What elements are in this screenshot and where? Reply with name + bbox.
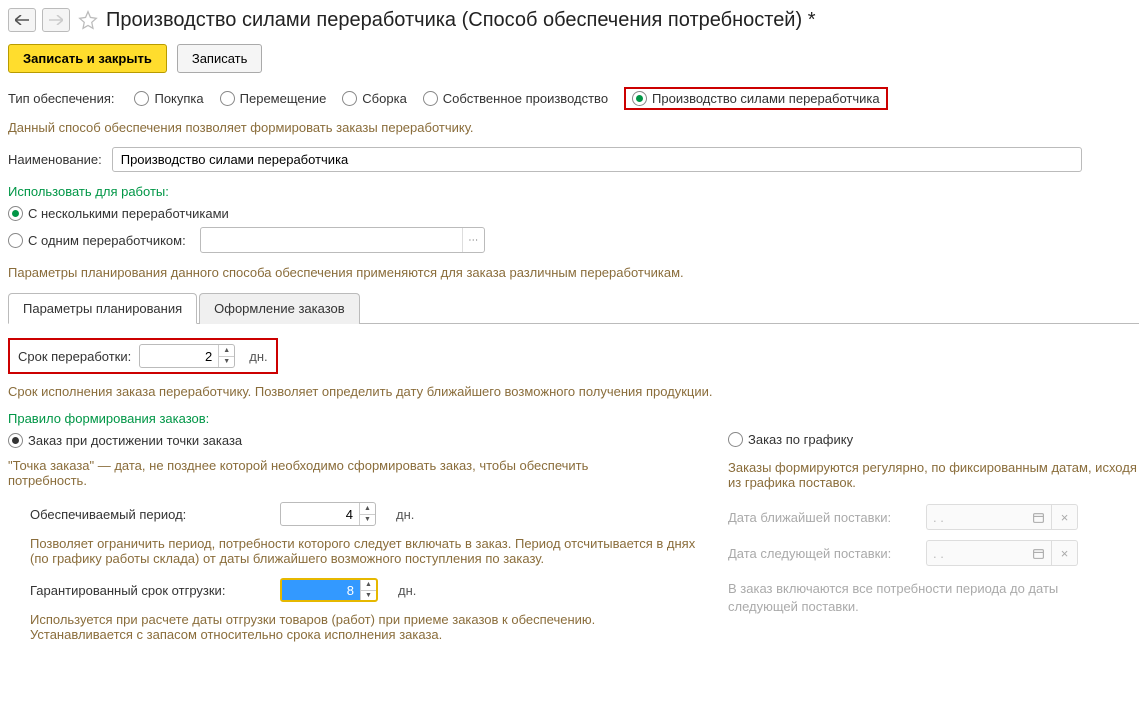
page-title: Производство силами переработчика (Спосо…	[106, 9, 815, 32]
processing-time-highlight: Срок переработки: ▲ ▼ дн.	[8, 338, 278, 374]
save-button[interactable]: Записать	[177, 44, 263, 73]
forward-button[interactable]	[42, 8, 70, 32]
order-schedule-desc: Заказы формируются регулярно, по фиксиро…	[728, 460, 1139, 490]
radio-single-processor[interactable]: С одним переработчиком:	[8, 233, 186, 248]
radio-order-point[interactable]: Заказ при достижении точки заказа	[8, 433, 242, 448]
guaranteed-ship-desc: Используется при расчете даты отгрузки т…	[8, 612, 698, 642]
calendar-icon[interactable]	[1026, 504, 1052, 530]
provided-period-label: Обеспечиваемый период:	[30, 507, 270, 522]
processing-time-desc: Срок исполнения заказа переработчику. По…	[8, 384, 1139, 399]
next-date-group: . . ×	[926, 540, 1078, 566]
spinner-up-icon[interactable]: ▲	[360, 503, 375, 515]
spinner-up-icon[interactable]: ▲	[361, 580, 376, 591]
planning-description: Параметры планирования данного способа о…	[8, 265, 1139, 280]
processor-select-ellipsis-icon[interactable]: ⋯	[462, 228, 484, 252]
nearest-date-group: . . ×	[926, 504, 1078, 530]
guaranteed-ship-row: Гарантированный срок отгрузки: ▲ ▼ дн.	[8, 578, 698, 602]
spinner-up-icon[interactable]: ▲	[219, 345, 234, 357]
radio-multi-processors[interactable]: С несколькими переработчиками	[8, 206, 229, 221]
guaranteed-ship-unit: дн.	[398, 583, 416, 598]
name-field-row: Наименование:	[8, 147, 1139, 172]
header-bar: Производство силами переработчика (Спосо…	[8, 8, 1139, 32]
processing-time-input[interactable]	[140, 345, 218, 367]
radio-purchase[interactable]: Покупка	[134, 91, 203, 106]
dates-desc: В заказ включаются все потребности перио…	[728, 580, 1088, 616]
radio-assembly[interactable]: Сборка	[342, 91, 407, 106]
tab-orders[interactable]: Оформление заказов	[199, 293, 360, 324]
spinner-down-icon[interactable]: ▼	[219, 357, 234, 368]
toolbar: Записать и закрыть Записать	[8, 44, 1139, 73]
nearest-date-input[interactable]: . .	[926, 504, 1026, 530]
processor-select[interactable]: ⋯	[200, 227, 485, 253]
supply-type-row: Тип обеспечения: Покупка Перемещение Сбо…	[8, 87, 1139, 110]
processing-time-label: Срок переработки:	[18, 349, 131, 364]
provided-period-spinner[interactable]: ▲ ▼	[280, 502, 376, 526]
order-rule-columns: Заказ при достижении точки заказа "Точка…	[8, 432, 1139, 654]
supply-description: Данный способ обеспечения позволяет форм…	[8, 120, 1139, 135]
spinner-down-icon[interactable]: ▼	[360, 515, 375, 526]
processing-time-unit: дн.	[249, 349, 267, 364]
tab-planning[interactable]: Параметры планирования	[8, 293, 197, 324]
supply-type-label: Тип обеспечения:	[8, 91, 114, 106]
processing-time-spinner[interactable]: ▲ ▼	[139, 344, 235, 368]
save-close-button[interactable]: Записать и закрыть	[8, 44, 167, 73]
clear-icon[interactable]: ×	[1052, 540, 1078, 566]
radio-processor-highlight: Производство силами переработчика	[624, 87, 888, 110]
radio-order-schedule[interactable]: Заказ по графику	[728, 432, 853, 447]
radio-processor[interactable]: Производство силами переработчика	[632, 91, 880, 106]
tabs: Параметры планирования Оформление заказо…	[8, 292, 1139, 324]
name-input[interactable]	[112, 147, 1082, 172]
provided-period-input[interactable]	[281, 503, 359, 525]
radio-own-production[interactable]: Собственное производство	[423, 91, 608, 106]
clear-icon[interactable]: ×	[1052, 504, 1078, 530]
provided-period-desc: Позволяет ограничить период, потребности…	[8, 536, 698, 566]
back-button[interactable]	[8, 8, 36, 32]
guaranteed-ship-input[interactable]	[282, 580, 360, 600]
guaranteed-ship-spinner[interactable]: ▲ ▼	[280, 578, 378, 602]
order-rule-heading: Правило формирования заказов:	[8, 411, 1139, 426]
favorite-star-icon[interactable]	[76, 8, 100, 32]
order-point-desc: "Точка заказа" — дата, не позднее которо…	[8, 458, 658, 488]
processor-select-input[interactable]	[201, 230, 462, 251]
next-date-label: Дата следующей поставки:	[728, 546, 918, 561]
calendar-icon[interactable]	[1026, 540, 1052, 566]
spinner-down-icon[interactable]: ▼	[361, 591, 376, 601]
name-label: Наименование:	[8, 152, 102, 167]
use-for-heading: Использовать для работы:	[8, 184, 1139, 199]
nearest-date-label: Дата ближайшей поставки:	[728, 510, 918, 525]
provided-period-row: Обеспечиваемый период: ▲ ▼ дн.	[8, 502, 698, 526]
guaranteed-ship-label: Гарантированный срок отгрузки:	[30, 583, 270, 598]
provided-period-unit: дн.	[396, 507, 414, 522]
next-date-input[interactable]: . .	[926, 540, 1026, 566]
radio-move[interactable]: Перемещение	[220, 91, 327, 106]
